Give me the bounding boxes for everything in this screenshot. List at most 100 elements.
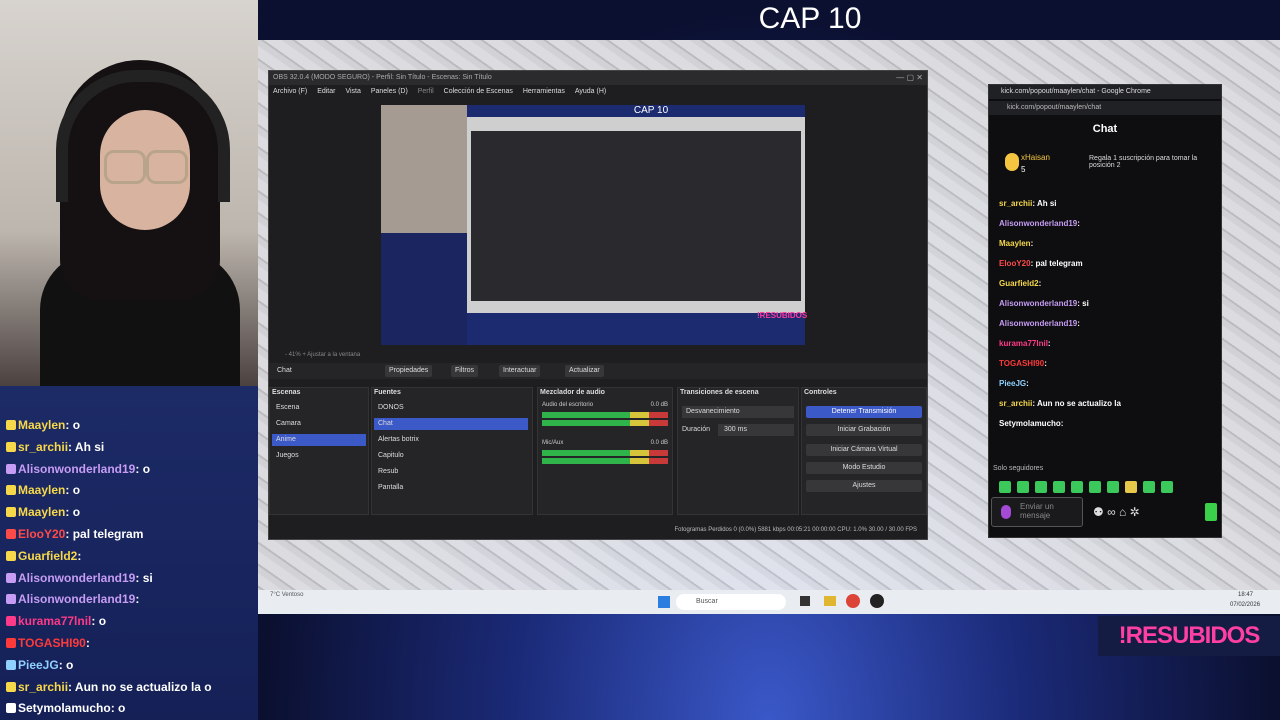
source-item[interactable]: DONOS — [374, 402, 528, 414]
chat-text: : Ah si — [68, 439, 105, 454]
mic-icon[interactable] — [1001, 505, 1011, 519]
menu-coleccion-escenas[interactable]: Colección de Escenas — [444, 88, 513, 95]
obs-icon[interactable] — [870, 594, 884, 608]
chat-message[interactable]: Alisonwonderland19: — [999, 319, 1080, 328]
menu-archivo[interactable]: Archivo (F) — [273, 88, 307, 95]
pinned-user[interactable]: xHaisan — [1021, 153, 1050, 162]
menu-editar[interactable]: Editar — [317, 88, 335, 95]
chat-text: : — [77, 548, 82, 563]
chat-message[interactable]: TOGASHI90: — [999, 359, 1047, 368]
virtual-camera-button[interactable]: Iniciar Cámara Virtual — [806, 444, 922, 456]
chat-username[interactable]: sr_archii — [999, 199, 1032, 208]
chat-message[interactable]: Setymolamucho: — [999, 419, 1063, 428]
emote-icon[interactable] — [1161, 481, 1173, 493]
chat-message[interactable]: kurama77lnil: — [999, 339, 1051, 348]
menu-herramientas[interactable]: Herramientas — [523, 88, 565, 95]
transition-select[interactable]: Desvanecimiento — [682, 406, 794, 418]
chat-overlay-message: Guarfield2: — [6, 549, 81, 563]
properties-button[interactable]: Propiedades — [385, 365, 433, 377]
source-item[interactable]: Resub — [374, 466, 528, 478]
chat-overlay-message: ElooY20: pal telegram — [6, 527, 143, 541]
preview-resubidos: !RESUBIDOS — [757, 311, 808, 320]
chat-username[interactable]: Guarfield2 — [999, 279, 1039, 288]
chat-message[interactable]: Alisonwonderland19: — [999, 219, 1080, 228]
chat-message[interactable]: Alisonwonderland19: si — [999, 299, 1089, 308]
clock-time[interactable]: 18:47 — [1238, 592, 1253, 598]
emote-icon[interactable] — [1143, 481, 1155, 493]
chat-username[interactable]: kurama77lnil — [999, 339, 1048, 348]
chrome-url-bar[interactable]: kick.com/popout/maaylen/chat — [989, 101, 1221, 115]
studio-mode-button[interactable]: Modo Estudio — [806, 462, 922, 474]
source-item[interactable]: Pantalla — [374, 482, 528, 494]
send-button[interactable] — [1205, 503, 1217, 521]
chat-overlay-message: TOGASHI90: — [6, 636, 90, 650]
emote-icon[interactable] — [1053, 481, 1065, 493]
emote-icon[interactable] — [1071, 481, 1083, 493]
chat-username[interactable]: ElooY20 — [999, 259, 1031, 268]
chat-message[interactable]: ElooY20: pal telegram — [999, 259, 1083, 268]
scene-item[interactable]: Escena — [272, 402, 366, 414]
menu-perfil[interactable]: Perfil — [418, 88, 434, 95]
source-item[interactable]: Chat — [374, 418, 528, 430]
chat-username[interactable]: TOGASHI90 — [999, 359, 1044, 368]
taskbar-search[interactable]: Buscar — [676, 594, 786, 610]
emote-icon[interactable] — [1017, 481, 1029, 493]
refresh-button[interactable]: Actualizar — [565, 365, 604, 377]
chat-username[interactable]: Alisonwonderland19 — [999, 319, 1077, 328]
chrome-chat-window[interactable]: kick.com/popout/maaylen/chat - Google Ch… — [988, 84, 1222, 538]
chat-username: Maaylen — [18, 483, 66, 498]
mixer-desktop-db: 0.0 dB — [650, 402, 668, 408]
duration-input[interactable]: 300 ms — [718, 424, 794, 436]
scene-item[interactable]: Anime — [272, 434, 366, 446]
chat-overlay-message: Maaylen: o — [6, 505, 80, 519]
windows-start-icon[interactable] — [658, 596, 670, 608]
menu-vista[interactable]: Vista — [345, 88, 360, 95]
controls-title: Controles — [804, 389, 837, 396]
chat-username[interactable]: Maaylen — [999, 239, 1031, 248]
obs-preview-canvas[interactable]: CAP 10 !RESUBIDOS — [381, 105, 808, 345]
settings-button[interactable]: Ajustes — [806, 480, 922, 492]
emote-icon[interactable] — [1089, 481, 1101, 493]
chrome-icon[interactable] — [846, 594, 860, 608]
chat-username[interactable]: sr_archii — [999, 399, 1032, 408]
mic-meter-2 — [542, 458, 668, 464]
source-item[interactable]: Capitulo — [374, 450, 528, 462]
obs-window[interactable]: OBS 32.0.4 (MODO SEGURO) - Perfil: Sin T… — [268, 70, 928, 540]
chat-message[interactable]: Guarfield2: — [999, 279, 1041, 288]
chat-text: : — [135, 592, 140, 607]
emote-icon[interactable] — [1125, 481, 1137, 493]
preview-zoom-bar[interactable]: - 41% + Ajustar a la ventana — [269, 349, 927, 361]
emote-icon[interactable] — [1107, 481, 1119, 493]
emote-icon[interactable] — [999, 481, 1011, 493]
chat-username[interactable]: Setymolamucho — [999, 419, 1061, 428]
interact-button[interactable]: Interactuar — [499, 365, 541, 377]
stop-streaming-button[interactable]: Detener Transmisión — [806, 406, 922, 418]
scene-item[interactable]: Juegos — [272, 450, 366, 462]
menu-ayuda[interactable]: Ayuda (H) — [575, 88, 606, 95]
chat-message[interactable]: sr_archii: Ah si — [999, 199, 1057, 208]
chat-message[interactable]: sr_archii: Aun no se actualizo la — [999, 399, 1121, 408]
start-recording-button[interactable]: Iniciar Grabación — [806, 424, 922, 436]
chat-text: : — [1044, 359, 1047, 368]
chat-message[interactable]: Maaylen: — [999, 239, 1033, 248]
file-explorer-icon[interactable] — [824, 596, 836, 606]
chat-username[interactable]: PieeJG — [999, 379, 1026, 388]
chat-tools-icons[interactable]: ⚉ ∞ ⌂ ✲ — [1093, 505, 1140, 519]
chat-overlay-message: kurama77lnil: o — [6, 614, 106, 628]
chat-username[interactable]: Alisonwonderland19 — [999, 299, 1077, 308]
filters-button[interactable]: Filtros — [451, 365, 479, 377]
weather-widget[interactable]: 7°C Ventoso — [270, 592, 303, 598]
source-item[interactable]: Alertas botrix — [374, 434, 528, 446]
chat-message[interactable]: PieeJG: — [999, 379, 1029, 388]
emote-icon[interactable] — [1035, 481, 1047, 493]
chat-username[interactable]: Alisonwonderland19 — [999, 219, 1077, 228]
chat-text: : Aun no se actualizo la — [1032, 399, 1121, 408]
preview-screen-capture — [471, 131, 801, 301]
taskview-icon[interactable] — [800, 596, 810, 606]
pinned-crown-icon — [1005, 153, 1019, 171]
chat-text: : o — [58, 657, 74, 672]
scene-item[interactable]: Camara — [272, 418, 366, 430]
menu-paneles[interactable]: Paneles (D) — [371, 88, 408, 95]
clock-date[interactable]: 07/02/2026 — [1230, 602, 1260, 608]
obs-window-controls[interactable]: — ▢ ✕ — [896, 73, 923, 82]
